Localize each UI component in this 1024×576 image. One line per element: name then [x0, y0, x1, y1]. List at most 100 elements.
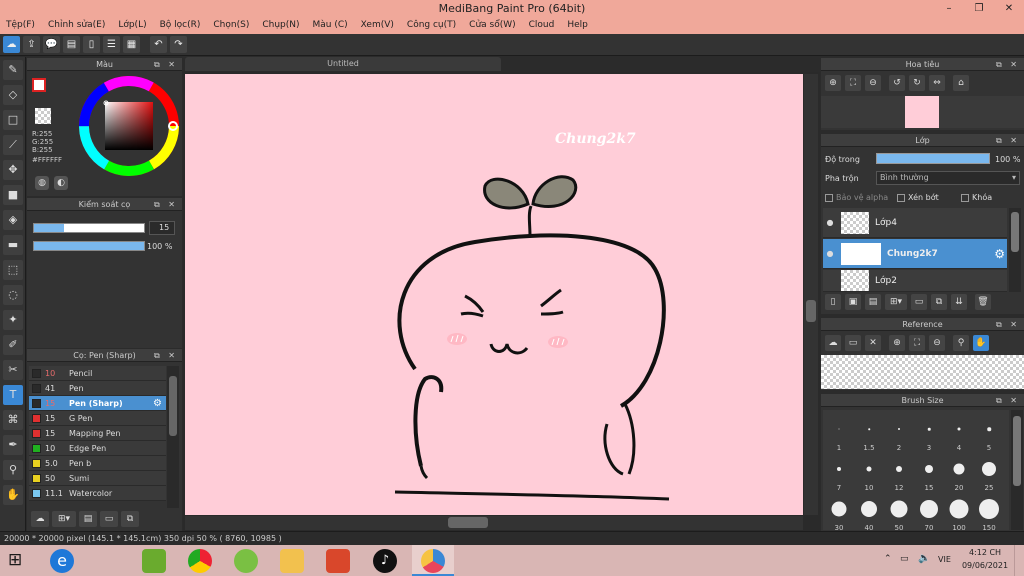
language-indicator[interactable]: VIE: [938, 555, 951, 564]
zoom-out-icon[interactable]: ⊖: [865, 75, 881, 91]
brush-item-selected[interactable]: 15 Pen (Sharp) ⚙: [29, 396, 166, 411]
fit-view-icon[interactable]: ⛶: [845, 75, 861, 91]
show-desktop-button[interactable]: [1014, 545, 1024, 576]
panel-close-icon[interactable]: ⧉ ✕: [154, 58, 178, 71]
text-tool-icon[interactable]: T: [3, 385, 23, 405]
tray-chevron-up-icon[interactable]: ⌃: [884, 554, 892, 564]
layer-visibility-icon[interactable]: ●: [823, 218, 837, 227]
canvas-horizontal-scrollbar[interactable]: [185, 516, 803, 530]
reference-eyedropper-icon[interactable]: ⚲: [953, 335, 969, 351]
protect-alpha-option[interactable]: Bảo vệ alpha: [825, 193, 888, 202]
brush-size-option[interactable]: 25: [975, 454, 1003, 492]
brush-size-option[interactable]: 50: [885, 494, 913, 530]
panel-close-icon[interactable]: ⧉ ✕: [996, 58, 1020, 71]
reference-open-icon[interactable]: ▭: [845, 335, 861, 351]
brush-size-option[interactable]: 12: [885, 454, 913, 492]
bluestacks-icon[interactable]: [142, 549, 166, 573]
brush-item[interactable]: 11.1 Watercolor: [29, 486, 166, 501]
document-tab[interactable]: Untitled: [185, 57, 501, 71]
brush-size-slider[interactable]: [33, 223, 145, 233]
eyedropper-tool-icon[interactable]: ⚲: [3, 460, 23, 480]
undo-icon[interactable]: ↶: [150, 36, 167, 53]
menu-help[interactable]: Help: [567, 20, 588, 30]
volume-icon[interactable]: 🔈: [918, 553, 930, 564]
brush-size-option[interactable]: 7: [825, 454, 853, 492]
list-icon[interactable]: ☰: [103, 36, 120, 53]
share-icon[interactable]: ⇪: [23, 36, 40, 53]
menu-window[interactable]: Cửa sổ(W): [469, 20, 515, 30]
redo-icon[interactable]: ↷: [170, 36, 187, 53]
canvas-horizontal-scroll-thumb[interactable]: [448, 517, 488, 528]
brush-settings-gear-icon[interactable]: ⚙: [153, 398, 162, 409]
brush-item[interactable]: 41 Pen: [29, 381, 166, 396]
layer-row[interactable]: Lớp2: [823, 270, 1007, 292]
reference-cloud-icon[interactable]: ☁: [825, 335, 841, 351]
brush-size-option[interactable]: 3: [915, 414, 943, 452]
protect-alpha-checkbox[interactable]: [825, 193, 833, 202]
panel-close-icon[interactable]: ⧉ ✕: [996, 318, 1020, 331]
select-pen-tool-icon[interactable]: ✐: [3, 335, 23, 355]
add-layer-menu-icon[interactable]: ⊞▾: [885, 294, 907, 310]
comment-icon[interactable]: 💬: [43, 36, 60, 53]
select-rect-tool-icon[interactable]: ⬚: [3, 260, 23, 280]
brush-size-option[interactable]: 40: [855, 494, 883, 530]
menu-layer[interactable]: Lớp(L): [118, 20, 146, 30]
message-icon[interactable]: ▤: [63, 36, 80, 53]
blend-mode-select[interactable]: Bình thường ▾: [876, 171, 1020, 185]
menu-tools[interactable]: Công cụ(T): [407, 20, 456, 30]
brush-opacity-slider[interactable]: [33, 241, 145, 251]
brush-tool-icon[interactable]: ✎: [3, 60, 23, 80]
file-explorer-icon[interactable]: [280, 549, 304, 573]
layer-opacity-slider[interactable]: [876, 153, 990, 164]
brush-folder-icon[interactable]: ▭: [100, 511, 118, 527]
brush-size-option[interactable]: 1.5: [855, 414, 883, 452]
color-wheel[interactable]: [77, 74, 181, 178]
brush-size-option[interactable]: 150: [975, 494, 1003, 530]
powerpoint-icon[interactable]: [326, 549, 350, 573]
brush-item[interactable]: 10 Pencil: [29, 366, 166, 381]
internet-explorer-icon[interactable]: e: [50, 549, 74, 573]
clipping-checkbox[interactable]: [897, 193, 905, 202]
menu-edit[interactable]: Chỉnh sửa(E): [48, 20, 105, 30]
magic-wand-tool-icon[interactable]: ✦: [3, 310, 23, 330]
reference-preview[interactable]: [821, 355, 1024, 389]
add-brush-icon[interactable]: ⊞▾: [52, 511, 76, 527]
brush-size-option[interactable]: 2: [885, 414, 913, 452]
minimize-button[interactable]: –: [934, 0, 964, 17]
brush-size-option[interactable]: 15: [915, 454, 943, 492]
layer-row-selected[interactable]: ● Chung2k7 ⚙: [823, 239, 1007, 269]
brush-size-option[interactable]: 20: [945, 454, 973, 492]
merge-layer-icon[interactable]: ⇊: [951, 294, 967, 310]
cloud-icon[interactable]: ☁: [3, 36, 20, 53]
maximize-button[interactable]: ❐: [964, 0, 994, 17]
menu-filter[interactable]: Bộ lọc(R): [160, 20, 201, 30]
rotate-right-icon[interactable]: ↻: [909, 75, 925, 91]
move-tool-icon[interactable]: ✥: [3, 160, 23, 180]
rotate-left-icon[interactable]: ↺: [889, 75, 905, 91]
windows-start-icon[interactable]: ⊞: [8, 552, 22, 569]
panel-close-icon[interactable]: ⧉ ✕: [996, 134, 1020, 147]
grid-icon[interactable]: ▦: [123, 36, 140, 53]
brush-list-scrollbar[interactable]: [167, 366, 179, 508]
layer-folder-icon[interactable]: ▭: [911, 294, 927, 310]
lasso-tool-icon[interactable]: ◌: [3, 285, 23, 305]
lock-checkbox[interactable]: [961, 193, 969, 202]
flip-horizontal-icon[interactable]: ⇔: [929, 75, 945, 91]
clock-time[interactable]: 4:12 CH: [962, 548, 1008, 557]
layer-row[interactable]: ● Lớp4: [823, 208, 1007, 238]
panel-close-icon[interactable]: ⧉ ✕: [996, 394, 1020, 407]
panel-close-icon[interactable]: ⧉ ✕: [154, 349, 178, 362]
brush-size-option[interactable]: 5: [975, 414, 1003, 452]
document-icon[interactable]: ▯: [83, 36, 100, 53]
layer-scroll-thumb[interactable]: [1011, 212, 1019, 252]
bucket-tool-icon[interactable]: ◈: [3, 210, 23, 230]
select-eraser-tool-icon[interactable]: ✂: [3, 360, 23, 380]
layer-visibility-icon[interactable]: ●: [823, 249, 837, 258]
blur-tool-icon[interactable]: ✒: [3, 435, 23, 455]
brush-size-option[interactable]: 1: [825, 414, 853, 452]
panel-close-icon[interactable]: ⧉ ✕: [154, 198, 178, 211]
menu-view[interactable]: Xem(V): [361, 20, 394, 30]
canvas-vertical-scrollbar[interactable]: [804, 74, 818, 515]
line-tool-icon[interactable]: ⟋: [3, 135, 23, 155]
brush-item[interactable]: 15 G Pen: [29, 411, 166, 426]
